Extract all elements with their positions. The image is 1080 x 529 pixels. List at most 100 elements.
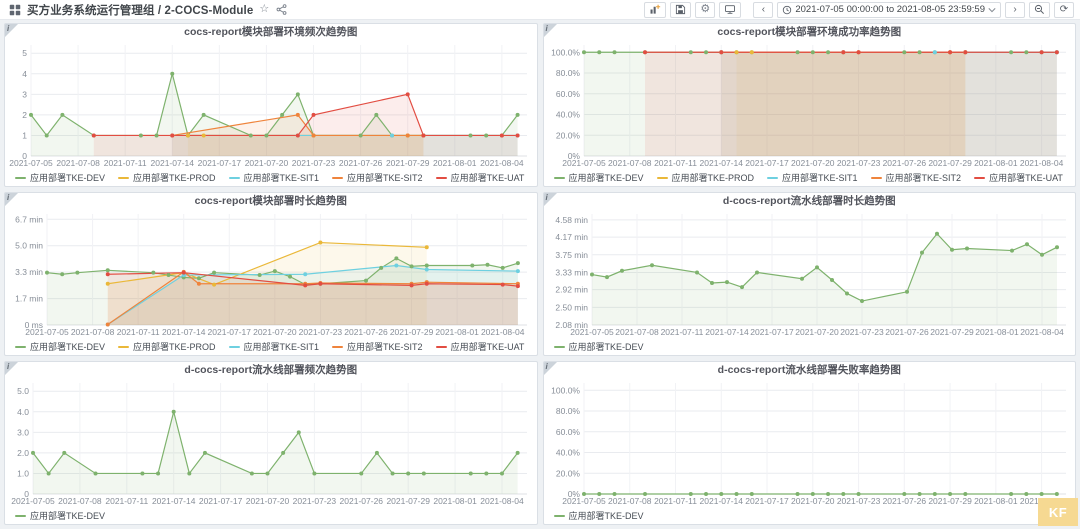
legend-series-dash [767,177,778,179]
svg-text:2021-07-08: 2021-07-08 [608,496,652,506]
legend-item[interactable]: 应用部署TKE-DEV [554,509,644,522]
legend-item[interactable]: 应用部署TKE-DEV [15,340,105,353]
star-icon[interactable]: ☆ [259,4,269,15]
gear-icon: ⚙ [700,4,710,15]
legend-series-dash [118,346,129,348]
legend-series-label: 应用部署TKE-UAT [451,340,525,353]
svg-text:4: 4 [22,69,27,79]
svg-text:2021-07-23: 2021-07-23 [840,327,884,337]
add-panel-button[interactable] [644,2,666,18]
legend-series-label: 应用部署TKE-SIT1 [782,171,858,184]
panel-title[interactable]: d-cocs-report流水线部署失败率趋势图 [544,362,1076,378]
panel-title[interactable]: d-cocs-report流水线部署时长趋势图 [544,193,1076,209]
legend-series-dash [554,177,565,179]
legend-series-label: 应用部署TKE-UAT [989,171,1063,184]
panel-info-corner[interactable]: i [544,24,557,37]
svg-text:2021-08-01: 2021-08-01 [974,496,1018,506]
top-navbar: 买方业务系统运行管理组 / 2-COCS-Module ☆ ⚙ [0,0,1080,20]
svg-text:2021-07-08: 2021-07-08 [56,158,100,168]
svg-text:2021-07-29: 2021-07-29 [930,327,974,337]
legend-item[interactable]: 应用部署TKE-UAT [974,171,1063,184]
panel-info-corner[interactable]: i [5,193,18,206]
svg-text:2021-07-26: 2021-07-26 [882,496,926,506]
time-back-button[interactable]: ‹ [753,2,773,18]
panel-title[interactable]: cocs-report模块部署时长趋势图 [5,193,537,209]
legend-series-dash [15,346,26,348]
legend-item[interactable]: 应用部署TKE-UAT [436,171,525,184]
svg-text:2021-07-08: 2021-07-08 [58,496,102,506]
breadcrumb[interactable]: 买方业务系统运行管理组 / 2-COCS-Module [27,2,253,18]
legend-item[interactable]: 应用部署TKE-PROD [657,171,755,184]
legend-item[interactable]: 应用部署TKE-SIT2 [332,340,423,353]
legend-item[interactable]: 应用部署TKE-SIT2 [332,171,423,184]
settings-gear-button[interactable]: ⚙ [695,2,715,18]
time-forward-button[interactable]: › [1005,2,1025,18]
svg-text:2021-07-11: 2021-07-11 [660,327,703,337]
legend-item[interactable]: 应用部署TKE-PROD [118,171,216,184]
svg-text:2021-07-23: 2021-07-23 [293,496,337,506]
legend-series-dash [657,177,668,179]
legend-item[interactable]: 应用部署TKE-DEV [15,509,105,522]
legend-item[interactable]: 应用部署TKE-SIT2 [871,171,962,184]
panel-info-corner[interactable]: i [544,362,557,375]
refresh-button[interactable]: ⟳ [1054,2,1074,18]
panel-pipeline-failure-rate: i d-cocs-report流水线部署失败率趋势图 0%20.0%40.0%6… [543,361,1077,525]
legend-item[interactable]: 应用部署TKE-DEV [554,340,644,353]
svg-text:100.0%: 100.0% [551,385,580,395]
svg-text:2021-07-08: 2021-07-08 [608,158,652,168]
legend-series-dash [15,515,26,517]
svg-text:20.0%: 20.0% [555,130,580,140]
legend-item[interactable]: 应用部署TKE-SIT1 [229,171,320,184]
panel-title[interactable]: d-cocs-report流水线部署频次趋势图 [5,362,537,378]
share-icon[interactable] [275,3,288,16]
svg-text:2021-07-20: 2021-07-20 [246,496,290,506]
chevron-down-icon [988,7,996,13]
svg-text:2021-08-01: 2021-08-01 [435,327,479,337]
panel-info-corner[interactable]: i [5,362,18,375]
save-dashboard-button[interactable] [670,2,691,18]
svg-text:2021-07-26: 2021-07-26 [339,158,383,168]
panel-title[interactable]: cocs-report模块部署环境成功率趋势图 [544,24,1076,40]
legend-series-label: 应用部署TKE-SIT2 [347,340,423,353]
svg-text:2021-07-17: 2021-07-17 [198,158,242,168]
svg-text:2: 2 [22,110,27,120]
svg-text:3: 3 [22,89,27,99]
svg-text:3.33 min: 3.33 min [555,267,588,277]
chart-deploy-duration[interactable]: 0 ms1.7 min3.3 min5.0 min6.7 min2021-07-… [5,209,537,338]
legend-item[interactable]: 应用部署TKE-DEV [15,171,105,184]
legend: 应用部署TKE-DEV 应用部署TKE-PROD 应用部署TKE-SIT1 应用部署T… [5,169,537,186]
svg-text:4.17 min: 4.17 min [555,232,588,242]
panel-info-corner[interactable]: i [5,24,18,37]
svg-text:3.0: 3.0 [17,427,29,437]
chart-env-success-rate[interactable]: 0%20.0%40.0%60.0%80.0%100.0%2021-07-0520… [544,40,1076,169]
chart-pipeline-frequency[interactable]: 01.02.03.04.05.02021-07-052021-07-082021… [5,378,537,507]
svg-text:3.3 min: 3.3 min [15,267,43,277]
svg-text:2021-07-11: 2021-07-11 [654,496,697,506]
legend-series-dash [15,177,26,179]
svg-text:2021-07-20: 2021-07-20 [253,327,297,337]
time-range-picker[interactable]: 2021-07-05 00:00:00 to 2021-08-05 23:59:… [777,2,1001,18]
svg-text:60.0%: 60.0% [555,89,580,99]
legend-item[interactable]: 应用部署TKE-DEV [554,171,644,184]
panel-info-corner[interactable]: i [544,193,557,206]
svg-text:2021-07-05: 2021-07-05 [25,327,69,337]
legend-item[interactable]: 应用部署TKE-SIT1 [229,340,320,353]
zoom-out-button[interactable] [1029,2,1050,18]
chart-pipeline-failure-rate[interactable]: 0%20.0%40.0%60.0%80.0%100.0%2021-07-0520… [544,378,1076,507]
chart-pipeline-duration[interactable]: 2.08 min2.50 min2.92 min3.33 min3.75 min… [544,209,1076,338]
svg-text:2021-07-05: 2021-07-05 [562,496,606,506]
panel-title[interactable]: cocs-report模块部署环境频次趋势图 [5,24,537,40]
legend-item[interactable]: 应用部署TKE-PROD [118,340,216,353]
legend-item[interactable]: 应用部署TKE-SIT1 [767,171,858,184]
legend: 应用部署TKE-DEV 应用部署TKE-PROD 应用部署TKE-SIT1 应用部署T… [5,338,537,355]
panel-cocs-report-env-frequency: i cocs-report模块部署环境频次趋势图 0123452021-07-0… [4,23,538,187]
svg-text:2021-07-23: 2021-07-23 [292,158,336,168]
chart-env-frequency[interactable]: 0123452021-07-052021-07-082021-07-112021… [5,40,537,169]
svg-text:4.0: 4.0 [17,407,29,417]
tv-mode-button[interactable] [719,2,741,18]
svg-text:2021-07-08: 2021-07-08 [615,327,659,337]
svg-text:80.0%: 80.0% [555,68,580,78]
dashboard-grid-icon[interactable] [8,3,21,16]
watermark-badge: KF [1038,498,1078,526]
legend-item[interactable]: 应用部署TKE-UAT [436,340,525,353]
